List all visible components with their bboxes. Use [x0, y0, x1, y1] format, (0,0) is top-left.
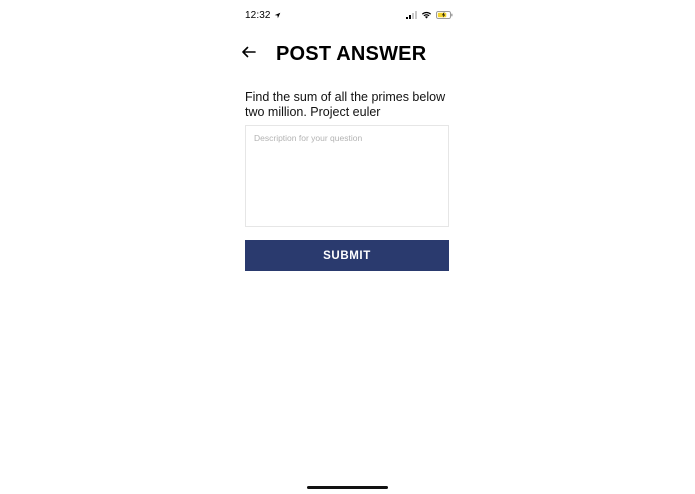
- location-arrow-icon: [274, 6, 281, 24]
- home-indicator: [307, 486, 388, 489]
- status-time: 12:32: [245, 9, 271, 21]
- battery-charging-icon: [436, 6, 453, 24]
- cellular-signal-icon: [406, 6, 417, 24]
- answer-textarea[interactable]: [246, 126, 448, 226]
- status-left: 12:32: [245, 6, 281, 24]
- post-answer-screen: 12:32 POST ANSWER Find the sum of all th…: [0, 0, 695, 494]
- page-title: POST ANSWER: [276, 42, 427, 65]
- back-button[interactable]: [239, 45, 257, 63]
- arrow-left-icon: [241, 45, 256, 63]
- answer-input-container: [245, 125, 449, 227]
- status-right: [406, 6, 453, 24]
- submit-button[interactable]: SUBMIT: [245, 240, 449, 271]
- question-text: Find the sum of all the primes below two…: [245, 90, 446, 119]
- status-bar: 12:32: [245, 8, 453, 22]
- wifi-icon: [421, 6, 432, 24]
- header: POST ANSWER: [239, 40, 459, 68]
